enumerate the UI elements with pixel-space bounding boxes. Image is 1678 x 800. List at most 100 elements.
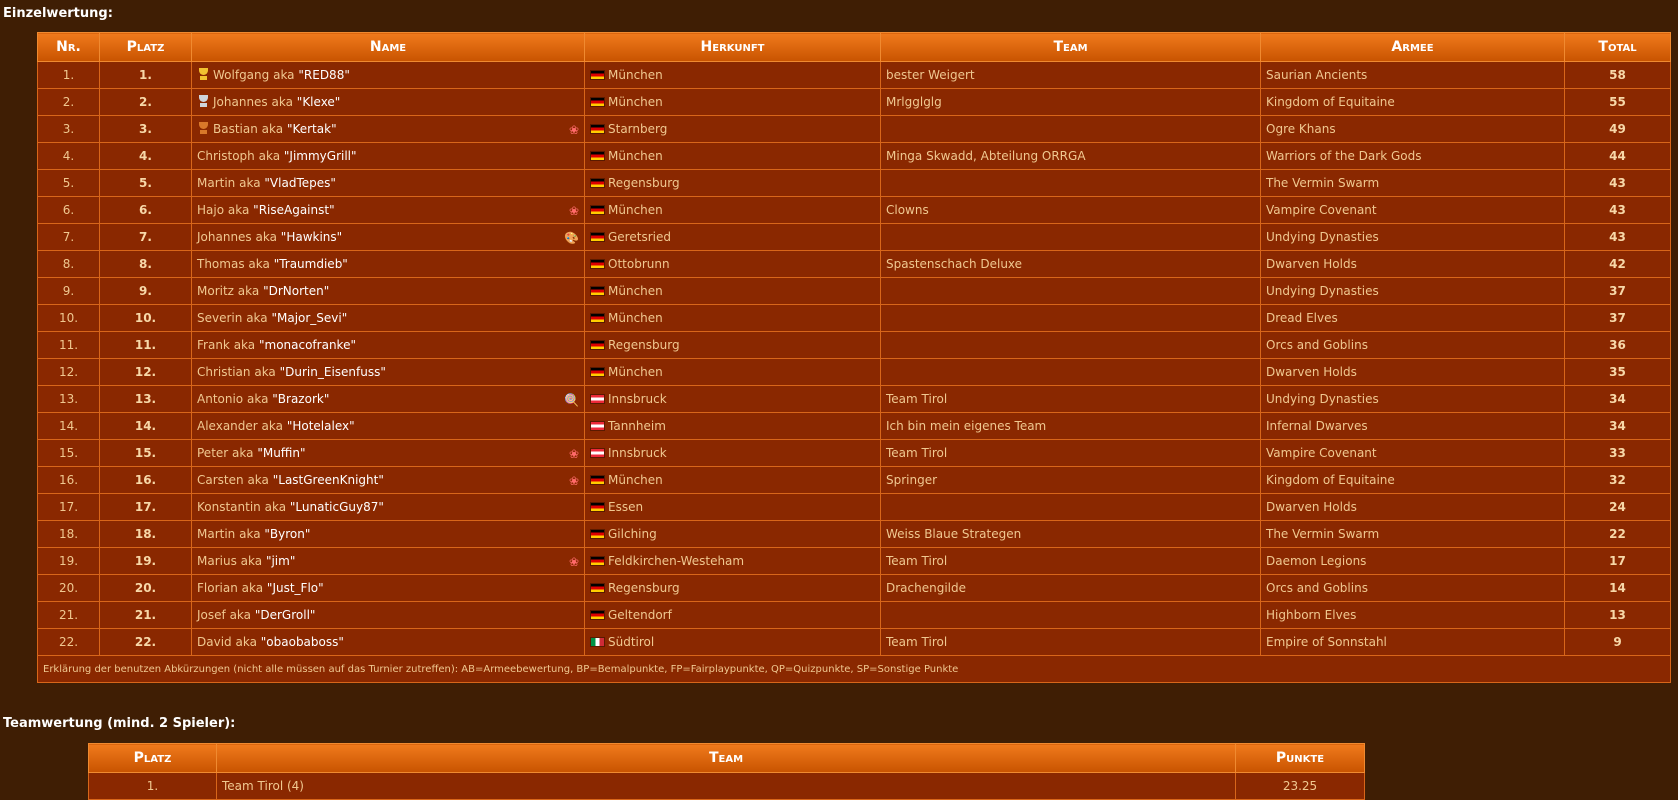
row-name[interactable]: Peter aka "Muffin" ❀ — [191, 439, 585, 467]
table-row: 10. 10. Severin aka "Major_Sevi" München Dre… — [37, 304, 1671, 332]
row-name[interactable]: Johannes aka "Klexe" — [191, 88, 585, 116]
row-armee: Dwarven Holds — [1260, 493, 1565, 521]
player-nickname: "Just_Flo" — [266, 581, 324, 595]
row-herkunft: Innsbruck — [584, 385, 881, 413]
table-row: 20. 20. Florian aka "Just_Flo" Regensburg Dr… — [37, 574, 1671, 602]
row-name[interactable]: Christoph aka "JimmyGrill" — [191, 142, 585, 170]
col-header-nr[interactable]: Nr. — [37, 32, 100, 62]
row-name[interactable]: Marius aka "jim" ❀ — [191, 547, 585, 575]
player-first-name: Josef — [197, 608, 226, 622]
row-name[interactable]: Carsten aka "LastGreenKnight" ❀ — [191, 466, 585, 494]
aka-label: aka — [239, 176, 261, 190]
lollipop-icon: 🍭 — [564, 392, 579, 407]
aka-label: aka — [232, 445, 254, 460]
row-nr: 20. — [37, 574, 100, 602]
row-name[interactable]: Alexander aka "Hotelalex" — [191, 412, 585, 440]
player-nickname: "DerGroll" — [254, 608, 316, 622]
row-team — [880, 277, 1261, 305]
row-herkunft: Innsbruck — [584, 439, 881, 467]
origin-city: Tannheim — [608, 419, 666, 433]
aka-label: aka — [248, 257, 270, 271]
table-row: 1. 1. Wolfgang aka "RED88" München bester We… — [37, 61, 1671, 89]
row-armee: Dread Elves — [1260, 304, 1565, 332]
row-total: 35 — [1564, 358, 1671, 386]
row-name[interactable]: Bastian aka "Kertak" ❀ — [191, 115, 585, 143]
player-first-name: Johannes — [197, 229, 252, 244]
player-nickname: "Major_Sevi" — [271, 311, 348, 325]
player-first-name: Johannes — [213, 95, 268, 109]
row-team: Team Tirol — [880, 547, 1261, 575]
origin-city: Innsbruck — [608, 392, 667, 406]
row-name[interactable]: Josef aka "DerGroll" — [191, 601, 585, 629]
col-header-team[interactable]: Team — [880, 32, 1261, 62]
silver-trophy-icon — [197, 95, 210, 108]
award-ribbon-icon: ❀ — [568, 473, 579, 488]
aka-label: aka — [240, 553, 263, 568]
row-team: Minga Skwadd, Abteilung ORRGA — [880, 142, 1261, 170]
row-herkunft: Geltendorf — [584, 601, 881, 629]
row-total: 34 — [1564, 412, 1671, 440]
row-herkunft: Geretsried — [584, 223, 881, 251]
row-name[interactable]: Martin aka "VladTepes" — [191, 169, 585, 197]
row-total: 44 — [1564, 142, 1671, 170]
row-armee: Orcs and Goblins — [1260, 331, 1565, 359]
table-row: 9. 9. Moritz aka "DrNorten" München Undying … — [37, 277, 1671, 305]
team-col-header-team[interactable]: Team — [216, 743, 1236, 773]
aka-label: aka — [246, 391, 269, 406]
aka-label: aka — [237, 284, 260, 298]
player-nickname: "LunaticGuy87" — [289, 500, 384, 514]
row-team — [880, 223, 1261, 251]
player-nickname: "RiseAgainst" — [253, 202, 335, 217]
col-header-herkunft[interactable]: Herkunft — [584, 32, 881, 62]
row-nr: 12. — [37, 358, 100, 386]
team-col-header-punkte[interactable]: Punkte — [1235, 743, 1365, 773]
row-team — [880, 601, 1261, 629]
row-name[interactable]: Frank aka "monacofranke" — [191, 331, 585, 359]
row-herkunft: Tannheim — [584, 412, 881, 440]
row-armee: Warriors of the Dark Gods — [1260, 142, 1565, 170]
origin-city: München — [608, 95, 663, 109]
col-header-total[interactable]: Total — [1564, 32, 1671, 62]
row-team: Team Tirol — [880, 628, 1261, 656]
abbreviation-footnote: Erklärung der benutzen Abkürzungen (nich… — [37, 655, 1671, 683]
row-name[interactable]: Wolfgang aka "RED88" — [191, 61, 585, 89]
flag-de-icon — [590, 475, 605, 485]
col-header-name[interactable]: Name — [191, 32, 585, 62]
row-name[interactable]: Moritz aka "DrNorten" — [191, 277, 585, 305]
row-platz: 7. — [99, 223, 192, 251]
player-first-name: Martin — [197, 527, 236, 541]
origin-city: Feldkirchen-Westeham — [608, 554, 745, 568]
team-col-header-platz[interactable]: Platz — [88, 743, 217, 773]
aka-label: aka — [227, 202, 250, 217]
row-name[interactable]: Thomas aka "Traumdieb" — [191, 250, 585, 278]
row-name[interactable]: Martin aka "Byron" — [191, 520, 585, 548]
table-row: 12. 12. Christian aka "Durin_Eisenfuss" Mün… — [37, 358, 1671, 386]
row-name[interactable]: Johannes aka "Hawkins" 🎨 — [191, 223, 585, 251]
table-row: 5. 5. Martin aka "VladTepes" Regensburg The … — [37, 169, 1671, 197]
player-nickname: "Klexe" — [296, 95, 341, 109]
row-platz: 1. — [99, 61, 192, 89]
row-nr: 22. — [37, 628, 100, 656]
ranking-body: 1. 1. Wolfgang aka "RED88" München bester We… — [37, 61, 1671, 656]
flag-de-icon — [590, 70, 605, 80]
player-first-name: Alexander — [197, 419, 258, 433]
row-total: 34 — [1564, 385, 1671, 413]
col-header-platz[interactable]: Platz — [99, 32, 192, 62]
origin-city: Regensburg — [608, 338, 680, 352]
award-ribbon-icon: ❀ — [568, 122, 579, 137]
row-herkunft: München — [584, 142, 881, 170]
row-nr: 5. — [37, 169, 100, 197]
row-herkunft: Südtirol — [584, 628, 881, 656]
row-total: 43 — [1564, 223, 1671, 251]
row-name[interactable]: David aka "obaobaboss" — [191, 628, 585, 656]
row-name[interactable]: Florian aka "Just_Flo" — [191, 574, 585, 602]
col-header-armee[interactable]: Armee — [1260, 32, 1565, 62]
table-row: 22. 22. David aka "obaobaboss" Südtirol Team… — [37, 628, 1671, 656]
row-name[interactable]: Severin aka "Major_Sevi" — [191, 304, 585, 332]
row-name[interactable]: Christian aka "Durin_Eisenfuss" — [191, 358, 585, 386]
row-name[interactable]: Konstantin aka "LunaticGuy87" — [191, 493, 585, 521]
row-name[interactable]: Hajo aka "RiseAgainst" ❀ — [191, 196, 585, 224]
row-name[interactable]: Antonio aka "Brazork" 🍭 — [191, 385, 585, 413]
team-ranking-title: Teamwertung (mind. 2 Spieler): — [3, 716, 236, 731]
flag-de-icon — [590, 556, 605, 566]
